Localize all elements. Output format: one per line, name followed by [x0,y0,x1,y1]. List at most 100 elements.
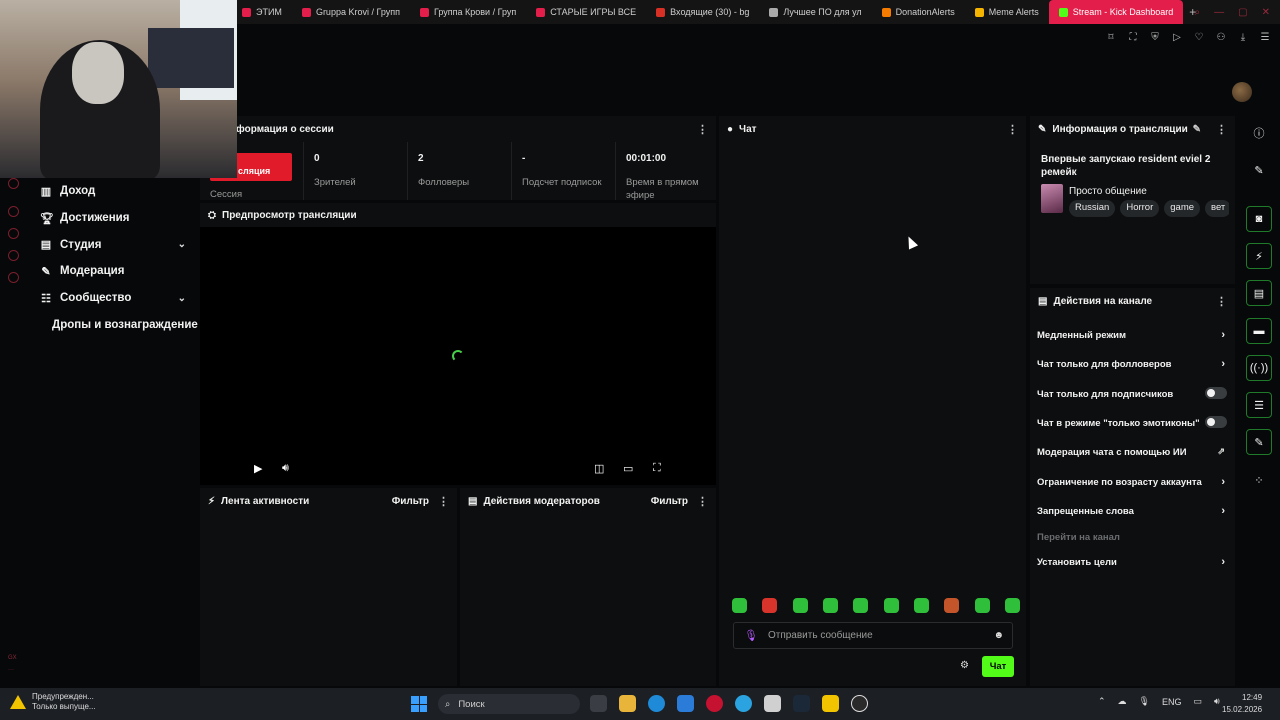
sidebar-item-community[interactable]: ☷ Сообщество ⌄ [28,285,200,312]
edit-icon[interactable]: ✎ [1193,124,1201,135]
rail-settings-icon[interactable] [8,272,19,283]
sidebar-item-drops[interactable]: Дропы и вознаграждение [28,311,200,338]
action-go-to-channel[interactable]: Перейти на канал [1037,532,1227,543]
emote-icon[interactable] [732,598,747,613]
rail-more-icon[interactable]: ··· [8,664,17,676]
chat-input[interactable]: 🎙︎ Отправить сообщение ☻ [733,622,1013,649]
action-account-age[interactable]: Ограничение по возрасту аккаунта › [1037,476,1227,488]
fullscreen-icon[interactable]: ⛶ [653,462,661,475]
menu-icon[interactable]: ☰ [1258,32,1272,43]
volume-icon[interactable]: 🔊︎ [282,462,289,475]
emote-icon[interactable] [1004,598,1020,613]
edge-icon[interactable] [648,695,665,712]
emote-icon[interactable] [883,598,899,613]
chevron-up-icon[interactable]: ⌃ [1098,696,1106,707]
browser-tab[interactable]: Gruppa Krovi / Групп [292,0,410,24]
chat-send-button[interactable]: Чат [982,656,1014,677]
store-icon[interactable] [677,695,694,712]
file-explorer-icon[interactable] [619,695,636,712]
network-icon[interactable]: ▭ [1194,696,1203,707]
emote-icon[interactable] [792,598,808,613]
browser-tab-active[interactable]: Stream - Kick Dashboard [1048,0,1184,24]
action-banned-words[interactable]: Запрещенные слова › [1037,505,1227,517]
windows-start-icon[interactable] [411,696,427,712]
sidebar-item-studio[interactable]: ▤ Студия ⌄ [28,231,200,258]
subs-only-toggle[interactable] [1205,387,1227,399]
task-view-icon[interactable] [590,695,607,712]
sidebar-item-income[interactable]: ▥ Доход [28,178,200,205]
screenshot-icon[interactable]: ⛶ [1126,32,1140,43]
download-icon[interactable]: ⤓ [1236,32,1250,43]
heart-icon[interactable]: ♡ [1192,32,1206,43]
action-ai-moderation[interactable]: Модерация чата с помощью ИИ ⇗ [1037,446,1227,458]
chat-icon[interactable]: ▬ [1246,318,1272,344]
emote-icon[interactable] [853,598,869,613]
taskbar-search[interactable]: ⌕ Поиск [438,694,580,714]
play-button-icon[interactable]: ▶ [254,462,262,475]
action-set-goals[interactable]: Установить цели › [1037,556,1227,568]
rail-money-icon[interactable] [8,250,19,261]
info-icon[interactable]: ⓘ [1246,120,1272,146]
volume-icon[interactable]: 🔊︎ [1214,696,1220,707]
emotes-only-toggle[interactable] [1205,416,1227,428]
extensions-icon[interactable]: ⚇ [1214,32,1228,43]
action-slow-mode[interactable]: Медленный режим › [1037,329,1227,341]
emoji-icon[interactable]: ☻ [993,630,1004,641]
theater-mode-icon[interactable]: ▭ [623,462,633,475]
pip-icon[interactable]: ◫ [594,462,604,475]
obs-icon[interactable] [851,695,868,712]
more-icon[interactable]: ⋮ [697,495,708,508]
opera-gx-icon[interactable] [706,695,723,712]
browser-tab[interactable]: СТАРЫЕ ИГРЫ ВСЕ [526,0,646,24]
telegram-icon[interactable] [735,695,752,712]
emote-icon[interactable] [974,598,990,613]
more-icon[interactable]: ⋮ [1216,295,1227,308]
rail-clock-icon[interactable] [8,206,19,217]
rail-home-icon[interactable] [8,178,19,189]
steam-icon[interactable] [793,695,810,712]
avatar[interactable] [1232,82,1252,102]
mic-icon[interactable]: 🎙︎ [1139,696,1150,707]
cloud-icon[interactable]: ☁ [1118,696,1127,707]
action-followers-only[interactable]: Чат только для фолловеров › [1037,358,1227,370]
add-widget-icon[interactable]: ⁘ [1246,467,1272,493]
browser-tab[interactable]: DonationAlerts [872,0,965,24]
maximize-icon[interactable]: ▢ [1238,7,1247,18]
wrench-icon[interactable]: ✎ [1246,429,1272,455]
clock[interactable]: 12:49 15.02.2026 [1222,692,1262,716]
action-subs-only[interactable]: Чат только для подписчиков [1037,387,1227,400]
rail-gx-icon[interactable]: GX [8,652,17,664]
emote-icon[interactable] [944,598,960,613]
camera-icon[interactable]: ◙ [1246,206,1272,232]
chat-settings-icon[interactable]: ⚙ [960,660,969,671]
play-icon[interactable]: ▷ [1170,32,1184,43]
browser-tab[interactable]: ЭТИМ [232,0,292,24]
action-emotes-only[interactable]: Чат в режиме "только эмотиконы" [1037,416,1227,429]
minimize-icon[interactable]: — [1214,7,1224,18]
filter-button[interactable]: Фильтр [392,496,429,507]
more-icon[interactable]: ⋮ [697,123,708,136]
microphone-icon[interactable]: 🎙︎ [744,629,758,642]
search-tabs-icon[interactable]: ⌕ [1195,7,1201,18]
bookmark-icon[interactable]: ⌑ [1104,32,1118,43]
log-icon[interactable]: ▤ [1246,280,1272,306]
broadcast-icon[interactable]: ((·)) [1246,355,1272,381]
browser-tab[interactable]: Лучшее ПО для ул [759,0,871,24]
filter-button[interactable]: Фильтр [651,496,688,507]
sidebar-item-moderation[interactable]: ✎ Модерация [28,258,200,285]
more-icon[interactable]: ⋮ [1216,123,1227,136]
app-icon[interactable] [764,695,781,712]
emote-icon[interactable] [762,598,778,613]
actions-icon[interactable]: ☰ [1246,392,1272,418]
shield-icon[interactable]: ⛨ [1148,32,1162,43]
more-icon[interactable]: ⋮ [438,495,449,508]
browser-tab[interactable]: Группа Крови / Груп [410,0,526,24]
warning-notification[interactable]: Предупрежден... Только выпуще... [10,692,96,712]
browser-tab[interactable]: Meme Alerts [965,0,1049,24]
language-indicator[interactable]: ENG [1162,697,1182,707]
sidebar-item-achievements[interactable]: 🏆︎ Достижения [28,205,200,232]
app-icon[interactable] [822,695,839,712]
close-icon[interactable]: ✕ [1262,7,1270,18]
rail-chat-icon[interactable] [8,228,19,239]
emote-icon[interactable] [822,598,838,613]
